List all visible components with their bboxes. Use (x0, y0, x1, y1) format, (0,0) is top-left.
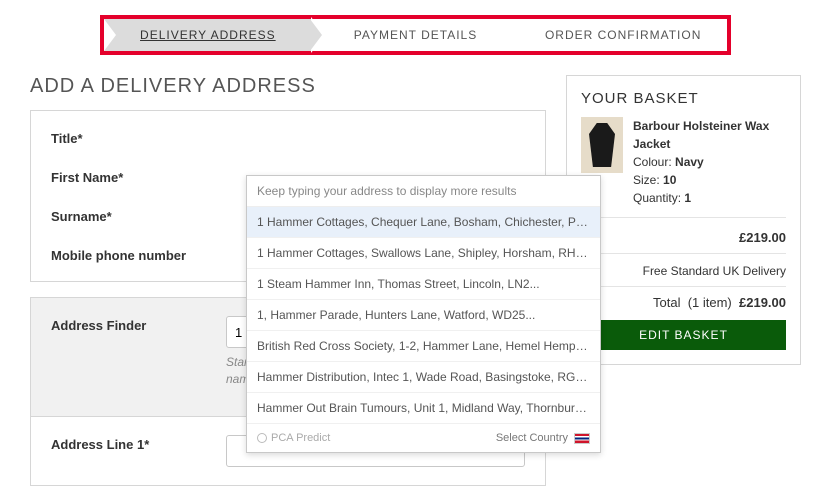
total-count: (1 item) (688, 295, 732, 310)
label-surname: Surname* (51, 207, 226, 224)
basket-title: YOUR BASKET (581, 90, 786, 107)
product-name: Barbour Holsteiner Wax Jacket (633, 117, 786, 153)
select-country-label: Select Country (496, 432, 568, 444)
progress-step-label: ORDER CONFIRMATION (545, 28, 701, 42)
progress-step-label: PAYMENT DETAILS (354, 28, 477, 42)
qty-label: Quantity: (633, 191, 681, 205)
total-price: £219.00 (739, 295, 786, 310)
autocomplete-item[interactable]: Hammer Distribution, Intec 1, Wade Road,… (247, 362, 600, 393)
label-mobile: Mobile phone number (51, 246, 226, 263)
autocomplete-item[interactable]: 1 Steam Hammer Inn, Thomas Street, Linco… (247, 269, 600, 300)
basket-item: Barbour Holsteiner Wax Jacket Colour: Na… (581, 117, 786, 218)
autocomplete-item[interactable]: 1 Hammer Cottages, Swallows Lane, Shiple… (247, 238, 600, 269)
autocomplete-provider: PCA Predict (257, 432, 330, 444)
pca-icon (257, 433, 267, 443)
basket-panel: YOUR BASKET Barbour Holsteiner Wax Jacke… (566, 75, 801, 365)
autocomplete-select-country[interactable]: Select Country (496, 432, 590, 444)
autocomplete-item[interactable]: Hammer Out Brain Tumours, Unit 1, Midlan… (247, 393, 600, 424)
autocomplete-item[interactable]: British Red Cross Society, 1-2, Hammer L… (247, 331, 600, 362)
edit-basket-button[interactable]: EDIT BASKET (581, 320, 786, 350)
autocomplete-header: Keep typing your address to display more… (247, 176, 600, 207)
autocomplete-provider-label: PCA Predict (271, 432, 330, 444)
label-first-name: First Name* (51, 168, 226, 185)
address-autocomplete-dropdown: Keep typing your address to display more… (246, 175, 601, 453)
uk-flag-icon (574, 433, 590, 444)
autocomplete-item[interactable]: 1, Hammer Parade, Hunters Lane, Watford,… (247, 300, 600, 331)
progress-step-label: DELIVERY ADDRESS (140, 28, 276, 42)
size-label: Size: (633, 173, 660, 187)
item-price: £219.00 (581, 226, 786, 254)
label-address-line-1: Address Line 1* (51, 435, 226, 452)
basket-total: Total (1 item) £219.00 (581, 295, 786, 310)
product-thumbnail (581, 117, 623, 173)
label-title: Title* (51, 129, 226, 146)
colour-label: Colour: (633, 155, 672, 169)
size-value: 10 (663, 173, 676, 187)
label-address-finder: Address Finder (51, 316, 226, 333)
progress-step-delivery[interactable]: DELIVERY ADDRESS (104, 19, 312, 51)
qty-value: 1 (684, 191, 691, 205)
progress-step-confirmation[interactable]: ORDER CONFIRMATION (519, 19, 727, 51)
checkout-progress: DELIVERY ADDRESS PAYMENT DETAILS ORDER C… (100, 15, 731, 55)
total-label: Total (653, 295, 680, 310)
shipping-line: Free Standard UK Delivery (581, 260, 786, 287)
colour-value: Navy (675, 155, 704, 169)
autocomplete-item[interactable]: 1 Hammer Cottages, Chequer Lane, Bosham,… (247, 207, 600, 238)
progress-step-payment[interactable]: PAYMENT DETAILS (312, 19, 520, 51)
page-title: ADD A DELIVERY ADDRESS (30, 75, 546, 98)
